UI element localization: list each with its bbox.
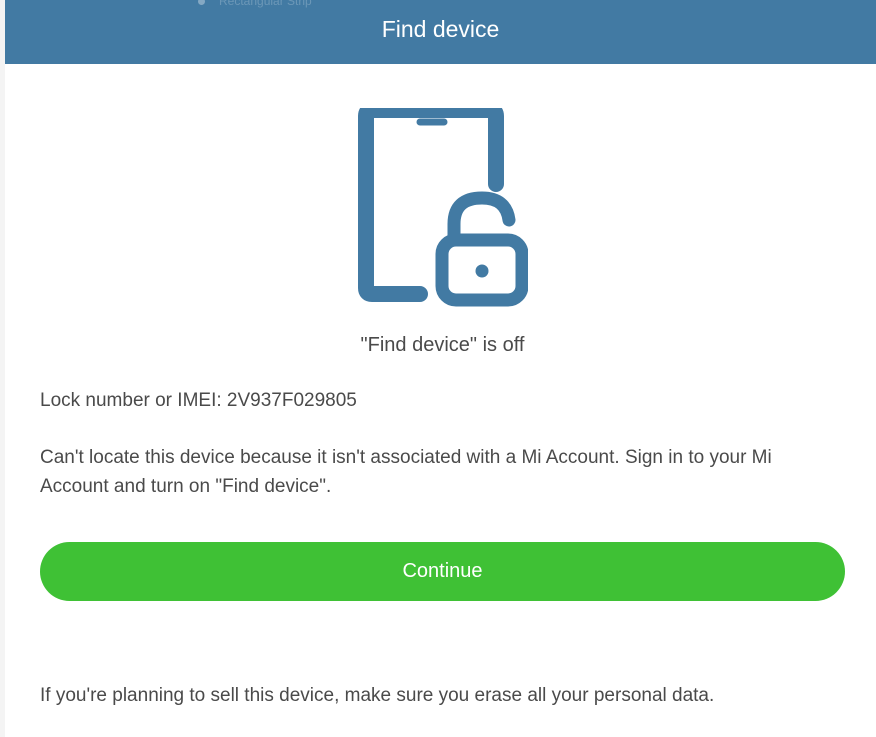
header-ghost-text: Rectangular Strip (198, 0, 312, 8)
lock-number-imei: Lock number or IMEI: 2V937F029805 (40, 390, 357, 411)
phone-unlocked-icon (358, 102, 529, 308)
find-device-status: "Find device" is off (360, 334, 525, 356)
dialog-header: Rectangular Strip Find device (5, 0, 876, 64)
bullet-icon (198, 0, 205, 5)
find-device-dialog: Rectangular Strip Find device "Find devi… (5, 0, 876, 737)
continue-button[interactable]: Continue (40, 542, 845, 601)
ghost-item-label: Rectangular Strip (219, 0, 312, 8)
dialog-title: Find device (381, 15, 500, 42)
description-text: Can't locate this device because it isn'… (40, 447, 772, 497)
footer-note: If you're planning to sell this device, … (40, 685, 715, 706)
